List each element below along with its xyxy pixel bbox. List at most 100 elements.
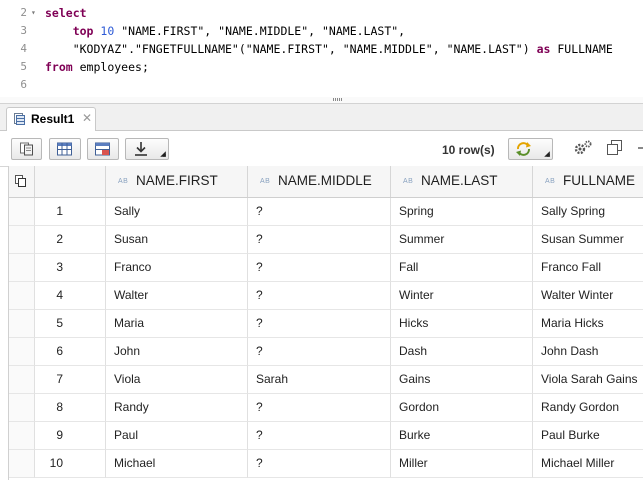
cell-middle[interactable]: ? (248, 198, 391, 226)
refresh-button[interactable] (508, 138, 553, 160)
row-selector[interactable] (9, 394, 35, 422)
cell-first[interactable]: Susan (106, 226, 248, 254)
row-number-header (35, 166, 106, 197)
cell-middle[interactable]: ? (248, 226, 391, 254)
row-selector[interactable] (9, 310, 35, 338)
cell-full[interactable]: Susan Summer (533, 226, 643, 254)
row-selector[interactable] (9, 366, 35, 394)
cell-last[interactable]: Dash (391, 338, 533, 366)
result-grid[interactable]: AB NAME.FIRST AB NAME.MIDDLE AB NAME.LAST AB FU… (8, 166, 643, 480)
cell-full[interactable]: Paul Burke (533, 422, 643, 450)
row-selector[interactable] (9, 198, 35, 226)
cell-full[interactable]: Sally Spring (533, 198, 643, 226)
row-count: 10 row(s) (442, 143, 495, 157)
cell-full[interactable]: Viola Sarah Gains (533, 366, 643, 394)
pane-splitter[interactable] (0, 97, 643, 104)
sql-editor[interactable]: 2 ▾ select 3 top 10 "NAME.FIRST", "NAME.MID… (0, 0, 643, 97)
cell-middle[interactable]: ? (248, 450, 391, 478)
cell-full[interactable]: Michael Miller (533, 450, 643, 478)
table-row[interactable]: 8 Randy? Gordon Randy Gordon (9, 394, 643, 422)
column-header-full[interactable]: AB FULLNAME (533, 166, 643, 197)
close-icon[interactable]: ✕ (82, 111, 92, 125)
cell-first[interactable]: Maria (106, 310, 248, 338)
row-selector[interactable] (9, 450, 35, 478)
cell-last[interactable]: Spring (391, 198, 533, 226)
maximize-icon[interactable] (606, 139, 624, 157)
cell-middle[interactable]: ? (248, 254, 391, 282)
column-header-first[interactable]: AB NAME.FIRST (106, 166, 248, 197)
table-export-button[interactable] (87, 138, 119, 160)
cell-last[interactable]: Fall (391, 254, 533, 282)
cell-full[interactable]: John Dash (533, 338, 643, 366)
table-row[interactable]: 5 Maria? Hicks Maria Hicks (9, 310, 643, 338)
column-header-label: NAME.MIDDLE (278, 173, 372, 188)
copy-button[interactable] (11, 138, 42, 160)
row-number: 10 (35, 450, 106, 478)
cell-last[interactable]: Summer (391, 226, 533, 254)
row-number: 5 (35, 310, 106, 338)
cell-full[interactable]: Walter Winter (533, 282, 643, 310)
table-row[interactable]: 9 Paul? Burke Paul Burke (9, 422, 643, 450)
cell-middle[interactable]: Sarah (248, 366, 391, 394)
settings-icon[interactable] (573, 139, 593, 157)
code-line[interactable]: 6 (0, 76, 643, 94)
column-header-last[interactable]: AB NAME.LAST (391, 166, 533, 197)
cell-middle[interactable]: ? (248, 422, 391, 450)
cell-middle[interactable]: ? (248, 310, 391, 338)
tab-label: Result1 (31, 112, 75, 126)
table-row[interactable]: 4 Walter? Winter Walter Winter (9, 282, 643, 310)
table-row[interactable]: 7 Viola Sarah Gains Viola Sarah Gains (9, 366, 643, 394)
tab-result1[interactable]: Result1 ✕ (6, 107, 96, 131)
code-line[interactable]: 3 top 10 "NAME.FIRST", "NAME.MIDDLE", "N… (0, 22, 643, 40)
sql-keyword: top (72, 24, 94, 38)
text-type-icon: AB (260, 178, 271, 185)
row-selector[interactable] (9, 226, 35, 254)
code-line[interactable]: 5 from employees; (0, 58, 643, 76)
code-text: from employees; (45, 58, 149, 76)
row-selector[interactable] (9, 254, 35, 282)
column-header-middle[interactable]: AB NAME.MIDDLE (248, 166, 391, 197)
code-text: "KODYAZ"."FNGETFULLNAME"("NAME.FIRST", "… (45, 40, 613, 58)
row-selector[interactable] (9, 338, 35, 366)
text-type-icon: AB (403, 178, 414, 185)
cell-first[interactable]: John (106, 338, 248, 366)
fold-toggle-icon[interactable]: ▾ (31, 4, 36, 22)
download-button[interactable] (125, 138, 169, 160)
chevron-down-icon (544, 151, 550, 157)
cell-last[interactable]: Winter (391, 282, 533, 310)
cell-last[interactable]: Hicks (391, 310, 533, 338)
cell-full[interactable]: Franco Fall (533, 254, 643, 282)
code-line[interactable]: 2 ▾ select (0, 4, 643, 22)
row-selector[interactable] (9, 282, 35, 310)
table-row[interactable]: 1 Sally? Spring Sally Spring (9, 198, 643, 226)
column-header-label: FULLNAME (563, 173, 636, 188)
cell-first[interactable]: Viola (106, 366, 248, 394)
cell-middle[interactable]: ? (248, 338, 391, 366)
line-number: 3 (20, 24, 27, 37)
cell-last[interactable]: Gains (391, 366, 533, 394)
cell-first[interactable]: Michael (106, 450, 248, 478)
table-row[interactable]: 6 John? Dash John Dash (9, 338, 643, 366)
cell-full[interactable]: Randy Gordon (533, 394, 643, 422)
overflow-icon[interactable] (637, 139, 643, 157)
cell-first[interactable]: Randy (106, 394, 248, 422)
cell-first[interactable]: Franco (106, 254, 248, 282)
cell-last[interactable]: Miller (391, 450, 533, 478)
sql-keyword: select (45, 6, 87, 20)
cell-full[interactable]: Maria Hicks (533, 310, 643, 338)
grid-view-button[interactable] (49, 138, 81, 160)
row-selector[interactable] (9, 422, 35, 450)
splitter-grip-icon[interactable] (333, 98, 343, 101)
table-row[interactable]: 2 Susan? Summer Susan Summer (9, 226, 643, 254)
cell-last[interactable]: Burke (391, 422, 533, 450)
cell-first[interactable]: Paul (106, 422, 248, 450)
cell-first[interactable]: Sally (106, 198, 248, 226)
table-row[interactable]: 10 Michael? Miller Michael Miller (9, 450, 643, 478)
select-all-corner[interactable] (9, 166, 35, 197)
cell-last[interactable]: Gordon (391, 394, 533, 422)
table-row[interactable]: 3 Franco? Fall Franco Fall (9, 254, 643, 282)
cell-middle[interactable]: ? (248, 394, 391, 422)
code-line[interactable]: 4 "KODYAZ"."FNGETFULLNAME"("NAME.FIRST",… (0, 40, 643, 58)
cell-first[interactable]: Walter (106, 282, 248, 310)
cell-middle[interactable]: ? (248, 282, 391, 310)
